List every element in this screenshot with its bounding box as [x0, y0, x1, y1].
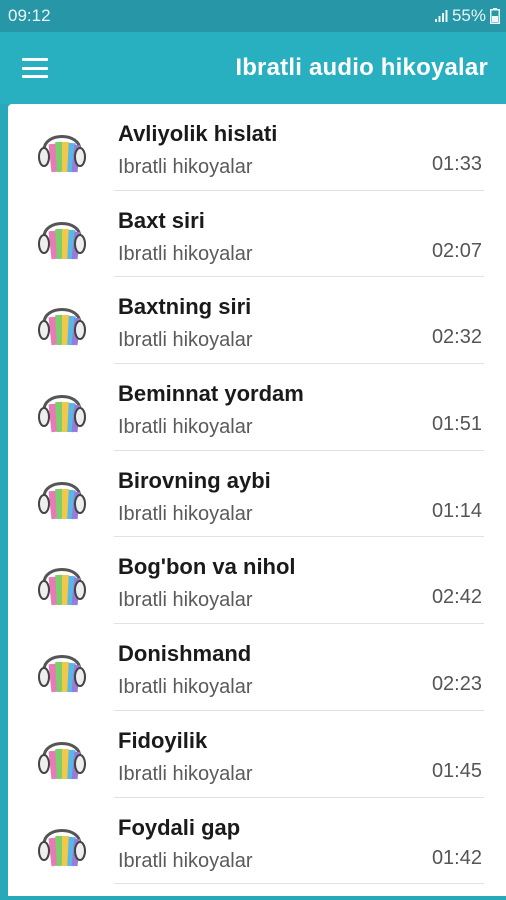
audiobook-icon [38, 135, 86, 173]
audiobook-icon [38, 568, 86, 606]
app-bar: Ibratli audio hikoyalar [0, 32, 506, 104]
list-item[interactable]: Avliyolik hislati Ibratli hikoyalar 01:3… [8, 104, 506, 191]
item-subtitle: Ibratli hikoyalar [118, 156, 253, 178]
hamburger-menu-icon[interactable] [22, 58, 48, 78]
item-title: Bog'bon va nihol [118, 554, 296, 580]
item-duration: 02:07 [431, 239, 482, 262]
list-item[interactable]: Baxtning siri Ibratli hikoyalar 02:32 [8, 277, 506, 365]
item-duration: 02:42 [431, 586, 482, 609]
list-item[interactable]: Donishmand Ibratli hikoyalar 02:23 [8, 624, 506, 711]
audiobook-icon [38, 655, 86, 693]
item-subtitle: Ibratli hikoyalar [118, 502, 253, 525]
item-subtitle: Ibratli hikoyalar [118, 589, 253, 612]
item-title: Donishmand [118, 641, 252, 667]
audiobook-icon [38, 828, 86, 866]
item-subtitle: Ibratli hikoyalar [118, 676, 253, 699]
item-title: Foydali gap [118, 814, 241, 840]
item-title: Baxt siri [118, 207, 205, 233]
app-title: Ibratli audio hikoyalar [235, 54, 488, 81]
status-time: 09:12 [8, 6, 51, 25]
item-title: Birovning aybi [118, 467, 271, 493]
item-subtitle: Ibratli hikoyalar [118, 329, 253, 352]
audiobook-icon [38, 481, 86, 519]
item-subtitle: Ibratli hikoyalar [118, 762, 253, 785]
list-item[interactable]: Bog'bon va nihol Ibratli hikoyalar 02:42 [8, 537, 506, 625]
item-duration: 01:33 [431, 153, 482, 175]
item-subtitle: Ibratli hikoyalar [118, 849, 253, 872]
audiobook-icon [38, 741, 86, 780]
item-duration: 02:23 [431, 673, 482, 696]
battery-percent: 55% [451, 6, 486, 25]
audiobook-icon [38, 308, 86, 346]
list-item[interactable]: Birovning aybi Ibratli hikoyalar 01:14 [8, 451, 506, 538]
list-item[interactable]: Beminnat yordam Ibratli hikoyalar 01:51 [8, 364, 506, 451]
item-title: Beminnat yordam [118, 381, 304, 407]
signal-icon [434, 10, 448, 22]
item-duration: 01:14 [431, 499, 482, 522]
item-duration: 01:45 [431, 759, 482, 782]
item-title: Baxtning siri [118, 294, 252, 320]
status-icons: 55% [434, 6, 500, 26]
item-duration: 02:32 [431, 326, 482, 349]
status-bar: 09:12 55% [0, 0, 506, 32]
divider [114, 883, 484, 885]
item-duration: 01:42 [431, 846, 482, 869]
story-list: Avliyolik hislati Ibratli hikoyalar 01:3… [8, 104, 506, 896]
battery-icon [490, 8, 500, 24]
list-item[interactable]: Baxt siri Ibratli hikoyalar 02:07 [8, 191, 506, 278]
audiobook-icon [38, 395, 86, 433]
item-duration: 01:51 [431, 413, 482, 436]
item-subtitle: Ibratli hikoyalar [118, 416, 253, 439]
audiobook-icon [38, 221, 86, 259]
item-title: Avliyolik hislati [118, 121, 278, 146]
list-item[interactable]: Foydali gap Ibratli hikoyalar 01:42 [8, 798, 506, 885]
item-subtitle: Ibratli hikoyalar [118, 242, 253, 265]
list-item[interactable]: Fidoyilik Ibratli hikoyalar 01:45 [8, 711, 506, 798]
item-title: Fidoyilik [118, 727, 208, 753]
